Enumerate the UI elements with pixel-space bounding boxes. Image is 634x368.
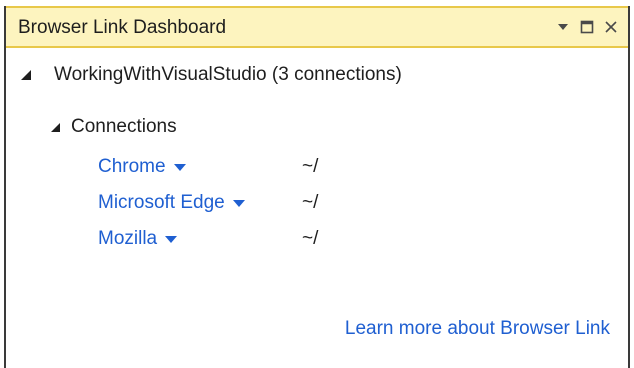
connection-path: ~/ (302, 192, 319, 213)
learn-more-link[interactable]: Learn more about Browser Link (345, 318, 610, 340)
connection-row-chrome: Chrome ~/ (98, 154, 498, 180)
browser-name: Microsoft Edge (98, 192, 225, 213)
window-title: Browser Link Dashboard (18, 17, 227, 38)
browser-link-dashboard-window: Browser Link Dashboard WorkingWithVisual… (4, 6, 630, 368)
dashboard-content: WorkingWithVisualStudio (3 connections) … (6, 48, 628, 368)
connection-row-mozilla: Mozilla ~/ (98, 226, 498, 252)
connections-label: Connections (71, 116, 177, 137)
collapse-triangle-icon[interactable] (20, 69, 32, 81)
tree-item-project[interactable]: WorkingWithVisualStudio (3 connections) (20, 64, 402, 86)
connection-row-edge: Microsoft Edge ~/ (98, 190, 498, 216)
title-controls (550, 16, 622, 38)
project-label: WorkingWithVisualStudio (3 connections) (54, 64, 402, 85)
chevron-down-icon (232, 199, 245, 207)
connection-path: ~/ (302, 228, 319, 249)
browser-dropdown-edge[interactable]: Microsoft Edge (98, 192, 245, 214)
chevron-down-icon (173, 163, 186, 171)
title-bar: Browser Link Dashboard (6, 6, 628, 48)
browser-name: Mozilla (98, 228, 158, 249)
close-icon[interactable] (600, 16, 622, 38)
tree-item-connections[interactable]: Connections (50, 116, 177, 138)
chevron-down-icon (165, 235, 178, 243)
connection-path: ~/ (302, 156, 319, 177)
collapse-triangle-icon[interactable] (50, 122, 61, 133)
browser-dropdown-chrome[interactable]: Chrome (98, 156, 186, 178)
browser-name: Chrome (98, 156, 166, 177)
maximize-icon[interactable] (576, 16, 598, 38)
browser-dropdown-mozilla[interactable]: Mozilla (98, 228, 178, 250)
dropdown-icon[interactable] (552, 16, 574, 38)
